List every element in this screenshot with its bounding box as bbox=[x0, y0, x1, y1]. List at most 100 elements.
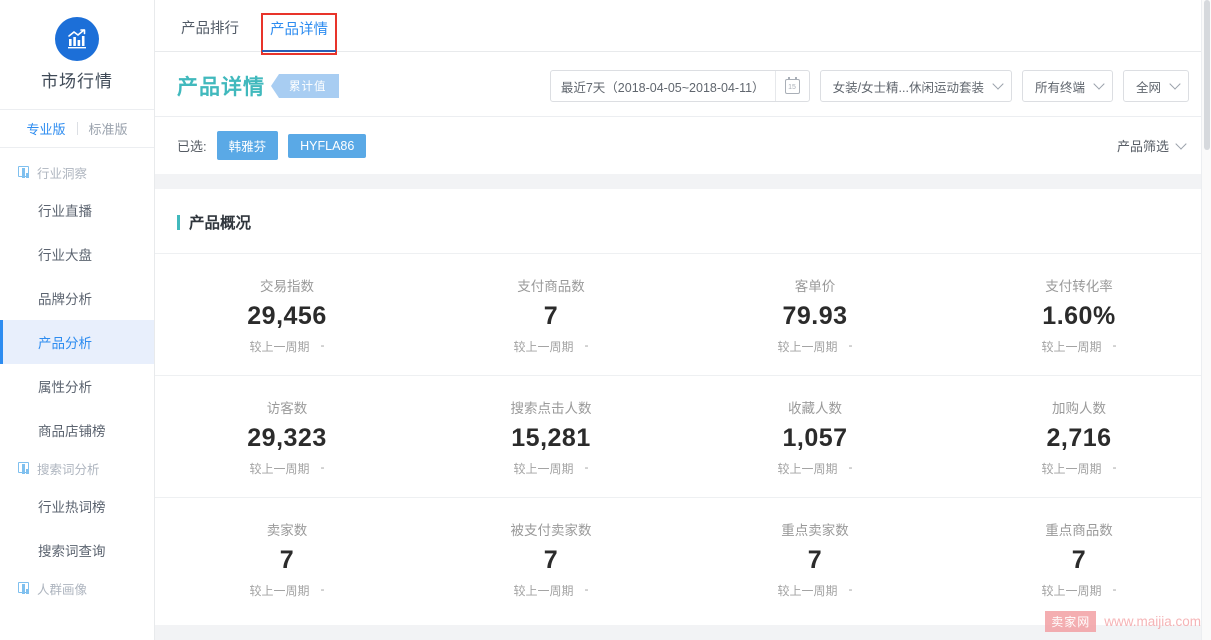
sidebar-item-label: 产品分析 bbox=[38, 336, 92, 351]
section-accent-bar bbox=[177, 214, 180, 230]
metric-value: 7 bbox=[1071, 546, 1087, 574]
compare-value: - bbox=[848, 582, 853, 596]
network-select[interactable]: 全网 bbox=[1122, 70, 1189, 102]
metric-compare: 较上一周期 - bbox=[513, 460, 588, 477]
compare-value: - bbox=[1112, 460, 1117, 474]
scrollbar-thumb[interactable] bbox=[1204, 0, 1210, 150]
compare-label: 较上一周期 bbox=[249, 462, 310, 476]
metric-label: 重点商品数 bbox=[1045, 523, 1113, 538]
sidebar-item-industry-live[interactable]: 行业直播 bbox=[0, 188, 154, 232]
metric-label: 卖家数 bbox=[266, 523, 308, 538]
sidebar-item-brand-analysis[interactable]: 品牌分析 bbox=[0, 276, 154, 320]
metric-label: 被支付卖家数 bbox=[510, 523, 592, 538]
sidebar-item-label: 商品店铺榜 bbox=[38, 424, 106, 439]
metric-card-favorites-users[interactable]: 收藏人数 1,057 较上一周期 - bbox=[683, 376, 947, 497]
metric-compare: 较上一周期 - bbox=[249, 338, 324, 355]
compare-value: - bbox=[320, 338, 325, 352]
title-wrap: 产品详情 累计值 bbox=[177, 71, 339, 101]
metric-card-avg-order-value[interactable]: 客单价 79.93 较上一周期 - bbox=[683, 254, 947, 375]
sidebar-item-keyword-query[interactable]: 搜索词查询 bbox=[0, 528, 154, 572]
selected-tag-brand[interactable]: 韩雅芬 bbox=[216, 131, 279, 160]
overview-section-header: 产品概况 bbox=[155, 189, 1211, 253]
calendar-button[interactable]: 15 bbox=[774, 71, 809, 101]
chart-group-icon bbox=[18, 166, 30, 178]
version-standard[interactable]: 标准版 bbox=[78, 119, 139, 138]
sidebar-item-label: 属性分析 bbox=[38, 380, 92, 395]
metric-card-key-sellers[interactable]: 重点卖家数 7 较上一周期 - bbox=[683, 498, 947, 619]
terminal-select[interactable]: 所有终端 bbox=[1021, 70, 1113, 102]
filter-panel: 产品详情 累计值 最近7天（2018-04-05~2018-04-11） 15 … bbox=[155, 52, 1211, 174]
sidebar-item-attribute-analysis[interactable]: 属性分析 bbox=[0, 364, 154, 408]
overview-card: 产品概况 交易指数 29,456 较上一周期 - 支付商品数 7 较上一周期 -… bbox=[155, 189, 1211, 625]
metric-card-key-products[interactable]: 重点商品数 7 较上一周期 - bbox=[947, 498, 1211, 619]
metric-compare: 较上一周期 - bbox=[1041, 582, 1116, 599]
metric-compare: 较上一周期 - bbox=[777, 338, 852, 355]
sidebar-group-audience-profile[interactable]: 人群画像 bbox=[0, 572, 154, 604]
metric-card-add-to-cart-users[interactable]: 加购人数 2,716 较上一周期 - bbox=[947, 376, 1211, 497]
compare-label: 较上一周期 bbox=[1041, 584, 1102, 598]
metric-label: 交易指数 bbox=[260, 279, 314, 294]
tab-product-ranking[interactable]: 产品排行 bbox=[177, 17, 243, 51]
metrics-grid: 交易指数 29,456 较上一周期 - 支付商品数 7 较上一周期 - 客单价 … bbox=[155, 253, 1211, 619]
sidebar-group-keyword-analysis[interactable]: 搜索词分析 bbox=[0, 452, 154, 484]
metric-compare: 较上一周期 - bbox=[1041, 460, 1116, 477]
metric-card-paid-items[interactable]: 支付商品数 7 较上一周期 - bbox=[419, 254, 683, 375]
tab-product-detail[interactable]: 产品详情 bbox=[261, 13, 337, 55]
version-switch: 专业版 标准版 bbox=[0, 110, 154, 148]
compare-label: 较上一周期 bbox=[777, 340, 838, 354]
network-select-value: 全网 bbox=[1135, 80, 1161, 95]
metric-value: 7 bbox=[807, 546, 823, 574]
selected-filters-row: 已选: 韩雅芬 HYFLA86 产品筛选 bbox=[155, 116, 1211, 174]
sidebar-item-product-analysis[interactable]: 产品分析 bbox=[0, 320, 154, 364]
compare-value: - bbox=[584, 582, 589, 596]
version-pro[interactable]: 专业版 bbox=[15, 119, 76, 138]
metric-card-search-click-users[interactable]: 搜索点击人数 15,281 较上一周期 - bbox=[419, 376, 683, 497]
compare-label: 较上一周期 bbox=[249, 584, 310, 598]
calendar-icon: 15 bbox=[784, 76, 800, 94]
sidebar-item-product-shop-rank[interactable]: 商品店铺榜 bbox=[0, 408, 154, 452]
metric-card-payment-conversion-rate[interactable]: 支付转化率 1.60% 较上一周期 - bbox=[947, 254, 1211, 375]
metric-value: 1.60% bbox=[1042, 302, 1116, 330]
selected-tag-model[interactable]: HYFLA86 bbox=[288, 133, 367, 158]
compare-value: - bbox=[584, 460, 589, 474]
product-filter-toggle[interactable]: 产品筛选 bbox=[1117, 136, 1189, 155]
page-title: 产品详情 bbox=[177, 76, 265, 99]
compare-value: - bbox=[320, 582, 325, 596]
product-filter-label: 产品筛选 bbox=[1116, 139, 1169, 154]
metric-label: 访客数 bbox=[266, 401, 308, 416]
tab-bar: 产品排行 产品详情 bbox=[155, 0, 1211, 55]
sidebar-item-label: 行业直播 bbox=[38, 204, 92, 219]
compare-value: - bbox=[848, 338, 853, 352]
metric-compare: 较上一周期 - bbox=[249, 582, 324, 599]
sidebar-item-industry-overview[interactable]: 行业大盘 bbox=[0, 232, 154, 276]
sidebar-item-label: 行业大盘 bbox=[38, 248, 92, 263]
cumulative-badge: 累计值 bbox=[271, 74, 339, 98]
brand-name: 市场行情 bbox=[41, 72, 113, 91]
metric-row: 访客数 29,323 较上一周期 - 搜索点击人数 15,281 较上一周期 - bbox=[155, 376, 1211, 498]
date-range-picker[interactable]: 最近7天（2018-04-05~2018-04-11） 15 bbox=[549, 70, 810, 102]
metric-value: 2,716 bbox=[1046, 424, 1112, 452]
compare-label: 较上一周期 bbox=[777, 462, 838, 476]
metric-card-trade-index[interactable]: 交易指数 29,456 较上一周期 - bbox=[155, 254, 419, 375]
metric-card-visitors[interactable]: 访客数 29,323 较上一周期 - bbox=[155, 376, 419, 497]
app-root: 市场行情 专业版 标准版 行业洞察 行业直播 行业大盘 品牌分析 产品分析 属性… bbox=[0, 0, 1211, 640]
metric-value: 1,057 bbox=[782, 424, 848, 452]
sidebar-item-hot-keywords[interactable]: 行业热词榜 bbox=[0, 484, 154, 528]
chevron-down-icon bbox=[1169, 78, 1181, 90]
sidebar-item-label: 行业热词榜 bbox=[38, 500, 106, 515]
main-content: 产品排行 产品详情 产品详情 累计值 最近7天（2018-04-05~2018-… bbox=[155, 0, 1211, 640]
metric-value: 7 bbox=[279, 546, 295, 574]
compare-label: 较上一周期 bbox=[777, 584, 838, 598]
sidebar-group-industry-insight[interactable]: 行业洞察 bbox=[0, 156, 154, 188]
metric-value: 7 bbox=[543, 302, 559, 330]
metric-value: 7 bbox=[543, 546, 559, 574]
metric-card-sellers[interactable]: 卖家数 7 较上一周期 - bbox=[155, 498, 419, 619]
metric-row: 交易指数 29,456 较上一周期 - 支付商品数 7 较上一周期 - 客单价 … bbox=[155, 254, 1211, 376]
sidebar-item-label: 品牌分析 bbox=[38, 292, 92, 307]
sidebar-group-label: 搜索词分析 bbox=[37, 462, 100, 477]
sidebar-group-label: 人群画像 bbox=[37, 582, 88, 597]
page-scrollbar[interactable] bbox=[1201, 0, 1211, 640]
metric-card-paid-sellers[interactable]: 被支付卖家数 7 较上一周期 - bbox=[419, 498, 683, 619]
category-select[interactable]: 女装/女士精...休闲运动套装 bbox=[819, 70, 1012, 102]
metric-label: 客单价 bbox=[794, 279, 836, 294]
